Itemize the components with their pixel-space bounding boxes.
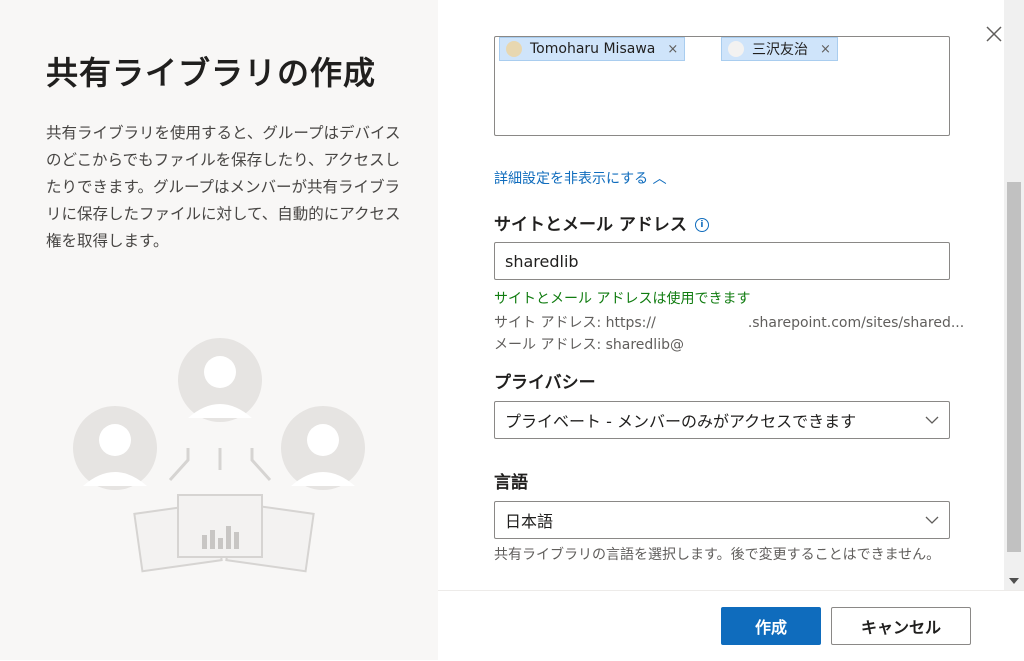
page-description: 共有ライブラリを使用すると、グループはデバイスのどこからでもファイルを保存したり…: [46, 124, 401, 250]
site-address-input[interactable]: sharedlib: [494, 242, 950, 280]
scrollbar-thumb[interactable]: [1007, 182, 1021, 552]
language-dropdown[interactable]: 日本語: [494, 501, 950, 539]
advanced-settings-toggle[interactable]: 詳細設定を非表示にする ︿: [494, 168, 667, 188]
remove-member-icon[interactable]: ×: [820, 42, 831, 57]
site-address-preview: サイト アドレス: https:// .sharepoint.com/sites/…: [494, 312, 964, 332]
privacy-selected: プライベート - メンバーのみがアクセスできます: [505, 412, 857, 431]
privacy-dropdown[interactable]: プライベート - メンバーのみがアクセスできます: [494, 401, 950, 439]
scrollbar[interactable]: [1004, 0, 1024, 590]
site-address-prefix: サイト アドレス: https://: [494, 315, 656, 331]
scroll-down-arrow-icon[interactable]: [1009, 578, 1019, 584]
member-name: Tomoharu Misawa: [530, 41, 656, 57]
language-label: 言語: [494, 473, 528, 493]
members-picker[interactable]: Tomoharu Misawa × 三沢友治 ×: [494, 36, 950, 136]
create-button[interactable]: 作成: [721, 607, 821, 645]
chevron-down-icon: [925, 416, 939, 424]
member-chip: 三沢友治 ×: [721, 37, 838, 61]
avatar: [506, 41, 522, 57]
chevron-down-icon: [925, 516, 939, 524]
member-chip: Tomoharu Misawa ×: [499, 37, 686, 61]
mail-address-preview: メール アドレス: sharedlib@: [494, 337, 684, 353]
availability-message: サイトとメール アドレスは使用できます: [494, 291, 751, 307]
dialog-footer: 作成 キャンセル: [438, 590, 1024, 661]
remove-member-icon[interactable]: ×: [667, 42, 678, 57]
info-icon[interactable]: i: [694, 218, 709, 232]
member-name: 三沢友治: [752, 42, 808, 58]
avatar: [728, 41, 744, 57]
language-help-text: 共有ライブラリの言語を選択します。後で変更することはできません。: [494, 547, 941, 563]
cancel-button[interactable]: キャンセル: [831, 607, 971, 645]
site-address-label: サイトとメール アドレス i: [494, 210, 709, 235]
privacy-label: プライバシー: [494, 373, 596, 393]
shared-library-illustration: [73, 338, 365, 573]
info-panel: 共有ライブラリの作成 共有ライブラリを使用すると、グループはデバイスのどこからで…: [0, 0, 438, 660]
site-address-suffix: .sharepoint.com/sites/shared...: [747, 315, 965, 331]
page-title: 共有ライブラリの作成: [46, 54, 377, 92]
site-address-label-text: サイトとメール アドレス: [494, 215, 687, 235]
form-panel: Tomoharu Misawa × 三沢友治 × 詳細設定を非表示にする ︿ サ…: [438, 0, 1024, 661]
form-scroll-area[interactable]: Tomoharu Misawa × 三沢友治 × 詳細設定を非表示にする ︿ サ…: [438, 0, 1004, 590]
language-selected: 日本語: [505, 512, 554, 531]
